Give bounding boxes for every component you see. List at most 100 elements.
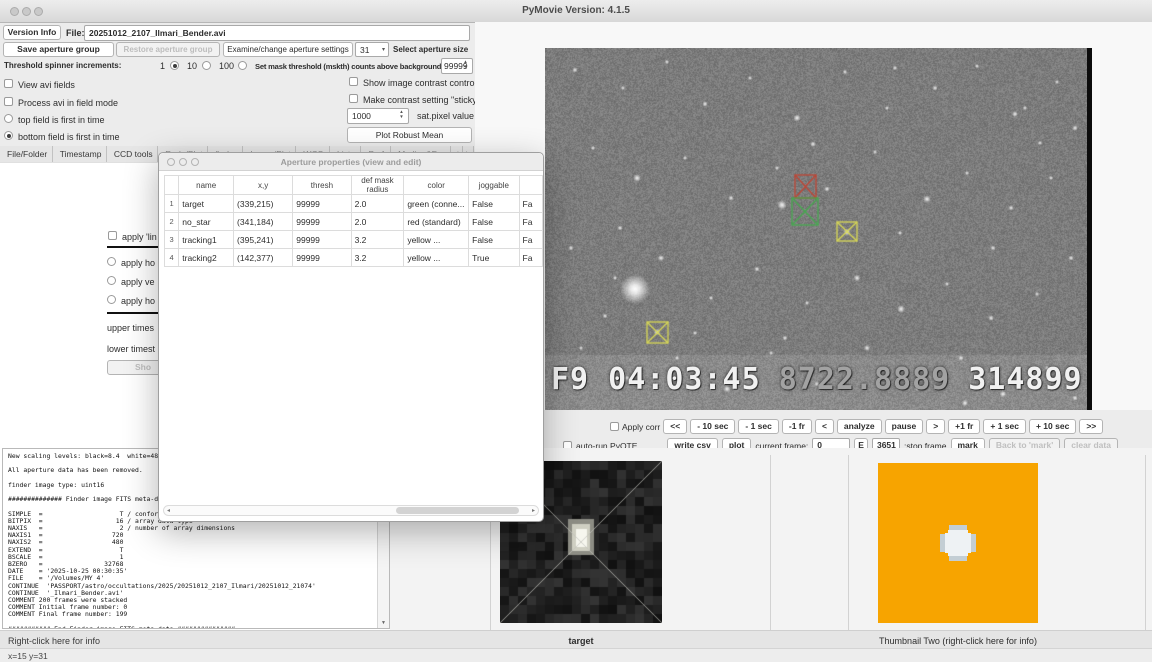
back-1sec-button[interactable]: - 1 sec — [738, 419, 779, 434]
sticky-contrast-label: Make contrast setting "sticky" — [363, 95, 480, 105]
version-info-button[interactable]: Version Info — [3, 25, 61, 40]
apply-vertical-radio[interactable] — [107, 276, 116, 285]
cell-name[interactable]: no_star — [178, 212, 235, 231]
col-thresh: thresh — [292, 175, 352, 195]
file-path-input[interactable]: 20251012_2107_Ilmari_Bender.avi — [84, 25, 470, 41]
cell-joggable[interactable]: False — [468, 212, 520, 231]
dialog-horizontal-scrollbar[interactable]: ◂ ▸ — [163, 505, 539, 516]
cell-extra[interactable]: Fa — [518, 230, 543, 249]
jump-end-button[interactable]: >> — [1079, 419, 1104, 434]
spinner-arrows-icon[interactable]: ▲ ▼ — [461, 59, 470, 69]
cell-name[interactable]: tracking2 — [178, 248, 235, 267]
view-avi-fields-label: View avi fields — [18, 80, 75, 90]
spinner-arrows-icon[interactable]: ▲ ▼ — [397, 109, 406, 119]
process-field-mode-checkbox[interactable] — [4, 97, 13, 106]
cell-color[interactable]: yellow ... — [403, 230, 470, 249]
scroll-right-icon[interactable]: ▸ — [532, 507, 535, 515]
pymovie-window: PyMovie Version: 4.1.5 Version Info File… — [0, 0, 1152, 662]
cell-name[interactable]: tracking1 — [178, 230, 235, 249]
cell-name[interactable]: target — [178, 194, 235, 213]
table-row: 3 tracking1 (395,241) 99999 3.2 yellow .… — [163, 230, 543, 249]
play-forward-button[interactable]: > — [926, 419, 946, 434]
cell-joggable[interactable]: False — [468, 194, 520, 213]
scroll-down-icon[interactable]: ▼ — [378, 620, 389, 626]
show-contrast-checkbox[interactable] — [349, 77, 358, 86]
cell-thresh[interactable]: 99999 — [292, 248, 352, 267]
sat-pixel-spinbox[interactable]: 1000 ▲ ▼ — [347, 108, 409, 124]
cell-color[interactable]: red (standard) — [403, 212, 470, 231]
cell-thresh[interactable]: 99999 — [292, 194, 352, 213]
cell-extra[interactable]: Fa — [518, 212, 543, 231]
scroll-left-icon[interactable]: ◂ — [167, 507, 170, 515]
apply-horizontal2-radio[interactable] — [107, 295, 116, 304]
cell-radius[interactable]: 2.0 — [350, 194, 405, 213]
cell-xy[interactable]: (339,215) — [233, 194, 294, 213]
cell-color[interactable]: green (conne... — [403, 194, 470, 213]
threshold-10-label: 10 — [187, 61, 198, 71]
cell-joggable[interactable]: True — [468, 248, 520, 267]
cell-joggable[interactable]: False — [468, 230, 520, 249]
cell-thresh[interactable]: 99999 — [292, 230, 352, 249]
mask-threshold-label: Set mask threshold (mskth) counts above … — [255, 62, 469, 71]
aperture-table-header: name x,y thresh def mask radius color jo… — [163, 175, 543, 195]
apply-corr-checkbox[interactable] — [610, 422, 619, 431]
threshold-100-radio[interactable] — [238, 61, 247, 70]
col-xy: x,y — [233, 175, 294, 195]
examine-aperture-settings-button[interactable]: Examine/change aperture settings — [223, 42, 353, 57]
log-info-hint: Right-click here for info — [8, 636, 101, 646]
threshold-10-radio[interactable] — [202, 61, 211, 70]
thumbnail-two-canvas[interactable] — [878, 463, 1038, 623]
analyze-button[interactable]: analyze — [836, 419, 882, 434]
thumbnail-two-label: Thumbnail Two (right-click here for info… — [879, 636, 1037, 646]
select-aperture-size-label: Select aperture size — [393, 45, 469, 54]
cell-xy[interactable]: (341,184) — [233, 212, 294, 231]
cell-radius[interactable]: 3.2 — [350, 248, 405, 267]
apply-linear-checkbox[interactable] — [108, 231, 117, 240]
table-row: 4 tracking2 (142,377) 99999 3.2 yellow .… — [163, 248, 543, 267]
pause-button[interactable]: pause — [884, 419, 924, 434]
restore-aperture-group-button[interactable]: Restore aperture group — [116, 42, 220, 57]
apply-horizontal-radio[interactable] — [107, 257, 116, 266]
aperture-size-select[interactable]: 31 ▾ — [355, 42, 389, 57]
forward-1frame-button[interactable]: +1 fr — [948, 419, 981, 434]
dialog-title-bar[interactable]: Aperture properties (view and edit) — [159, 153, 543, 171]
cell-extra[interactable]: Fa — [518, 248, 543, 267]
status-bar: x=15 y=31 — [0, 648, 1152, 662]
target-thumbnail-label: target — [568, 636, 594, 646]
cell-xy[interactable]: (142,377) — [233, 248, 294, 267]
cell-radius[interactable]: 3.2 — [350, 230, 405, 249]
forward-1sec-button[interactable]: + 1 sec — [983, 419, 1026, 434]
jump-start-button[interactable]: << — [663, 419, 688, 434]
scrollbar-thumb[interactable] — [395, 507, 520, 514]
playback-controls: Apply corr << - 10 sec - 1 sec -1 fr < a… — [610, 419, 1104, 434]
tab-ccd-tools[interactable]: CCD tools — [106, 146, 159, 162]
main-image-canvas[interactable] — [545, 48, 1087, 410]
plot-robust-mean-button[interactable]: Plot Robust Mean — [347, 127, 472, 143]
top-field-first-radio[interactable] — [4, 114, 13, 123]
cell-xy[interactable]: (395,241) — [233, 230, 294, 249]
show-contrast-label: Show image contrast control — [363, 78, 477, 88]
save-aperture-group-button[interactable]: Save aperture group — [3, 42, 114, 57]
back-10sec-button[interactable]: - 10 sec — [690, 419, 736, 434]
play-backward-button[interactable]: < — [814, 419, 834, 434]
apply-corr-label: Apply corr — [622, 421, 661, 432]
divider — [770, 455, 771, 648]
bottom-field-first-radio[interactable] — [4, 131, 13, 140]
back-1frame-button[interactable]: -1 fr — [781, 419, 812, 434]
table-row: 2 no_star (341,184) 99999 2.0 red (stand… — [163, 212, 543, 231]
sticky-contrast-checkbox[interactable] — [349, 94, 358, 103]
forward-10sec-button[interactable]: + 10 sec — [1028, 419, 1077, 434]
mask-threshold-spinbox[interactable]: 99999 ▲ ▼ — [441, 58, 473, 74]
cell-extra[interactable]: Fa — [518, 194, 543, 213]
threshold-increments-label: Threshold spinner increments: — [4, 61, 122, 70]
view-avi-fields-checkbox[interactable] — [4, 79, 13, 88]
timestamp-subseconds: 8722.8889 — [778, 362, 951, 397]
cell-radius[interactable]: 2.0 — [350, 212, 405, 231]
tab-file-folder[interactable]: File/Folder — [0, 146, 53, 162]
cell-color[interactable]: yellow ... — [403, 248, 470, 267]
threshold-1-radio[interactable] — [170, 61, 179, 70]
apply-horizontal2-label: apply ho — [121, 296, 156, 306]
tab-timestamp[interactable]: Timestamp — [52, 146, 107, 162]
file-label: File: — [66, 28, 85, 38]
cell-thresh[interactable]: 99999 — [292, 212, 352, 231]
